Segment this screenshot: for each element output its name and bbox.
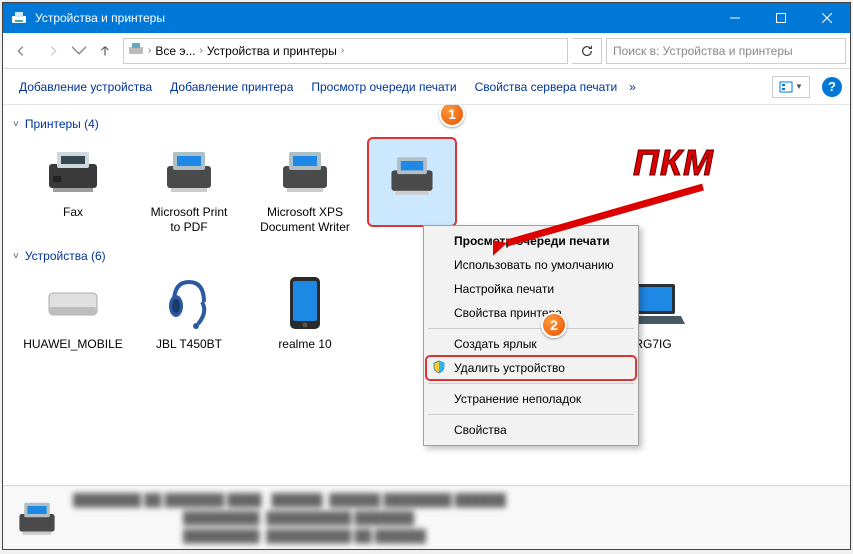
printer-item-xps[interactable]: Microsoft XPS Document Writer <box>251 133 359 245</box>
annotation-badge-2: 2 <box>541 312 567 338</box>
menu-item-settings[interactable]: Настройка печати <box>426 277 636 301</box>
breadcrumb-seg-devices[interactable]: Устройства и принтеры <box>207 44 337 58</box>
close-button[interactable] <box>804 3 850 33</box>
printer-label: Microsoft XPS Document Writer <box>260 205 350 235</box>
details-text: ████████ ██ ███████ ████ ██████ ██████ █… <box>73 491 506 545</box>
refresh-button[interactable] <box>572 38 602 64</box>
search-placeholder: Поиск в: Устройства и принтеры <box>613 44 793 58</box>
titlebar: Устройства и принтеры <box>3 3 850 33</box>
window-title: Устройства и принтеры <box>35 11 712 25</box>
nav-forward-button[interactable] <box>39 37 67 65</box>
printer-label: Microsoft Print to PDF <box>151 205 228 235</box>
group-devices-label: Устройства (6) <box>25 249 106 263</box>
headset-icon <box>157 273 221 333</box>
fax-icon <box>41 141 105 201</box>
menu-item-properties[interactable]: Свойства <box>426 418 636 442</box>
group-printers[interactable]: ˅ Принтеры (4) <box>13 117 850 131</box>
device-label: RG7IG <box>634 337 671 352</box>
command-bar: Добавление устройства Добавление принтер… <box>3 69 850 105</box>
address-bar: › Все э... › Устройства и принтеры › Пои… <box>3 33 850 69</box>
device-item-realme[interactable]: realme 10 <box>251 265 359 377</box>
annotation-pkm-label: ПКМ <box>633 142 714 184</box>
printer-label: Fax <box>63 205 83 220</box>
printer-item-selected[interactable] <box>367 137 457 227</box>
menu-item-remove-label: Удалить устройство <box>454 361 565 375</box>
items-view: ˅ Принтеры (4) Fax Microsoft Print to PD… <box>3 105 850 485</box>
breadcrumb-root-icon <box>128 41 144 60</box>
devices-printers-icon <box>11 10 27 26</box>
view-mode-picker[interactable]: ▼ <box>772 76 810 98</box>
shield-icon <box>432 360 446 377</box>
details-pane: ████████ ██ ███████ ████ ██████ ██████ █… <box>3 485 850 549</box>
storage-icon <box>41 273 105 333</box>
menu-item-shortcut[interactable]: Создать ярлык <box>426 332 636 356</box>
collapse-caret-icon: ˅ <box>13 119 19 130</box>
group-printers-label: Принтеры (4) <box>25 117 99 131</box>
device-item-jbl[interactable]: JBL T450BT <box>135 265 243 377</box>
phone-icon <box>273 273 337 333</box>
annotation-arrow <box>493 173 723 263</box>
add-printer-button[interactable]: Добавление принтера <box>162 74 301 100</box>
menu-item-troubleshoot[interactable]: Устранение неполадок <box>426 387 636 411</box>
maximize-button[interactable] <box>758 3 804 33</box>
nav-back-button[interactable] <box>7 37 35 65</box>
device-item-huawei[interactable]: HUAWEI_MOBILE <box>19 265 127 377</box>
menu-item-remove[interactable]: Удалить устройство <box>426 356 636 380</box>
collapse-caret-icon: ˅ <box>13 251 19 262</box>
add-device-button[interactable]: Добавление устройства <box>11 74 160 100</box>
view-queue-button[interactable]: Просмотр очереди печати <box>303 74 464 100</box>
breadcrumb-seg-all[interactable]: Все э... <box>155 44 195 58</box>
device-label: JBL T450BT <box>156 337 222 352</box>
minimize-button[interactable] <box>712 3 758 33</box>
printer-icon <box>13 498 61 538</box>
nav-up-button[interactable] <box>91 37 119 65</box>
breadcrumb[interactable]: › Все э... › Устройства и принтеры › <box>123 38 568 64</box>
explorer-window: Устройства и принтеры › Все э... › Устро… <box>2 2 851 550</box>
toolbar-overflow[interactable]: » <box>627 74 638 100</box>
menu-item-props[interactable]: Свойства принтера <box>426 301 636 325</box>
printer-item-pdf[interactable]: Microsoft Print to PDF <box>135 133 243 245</box>
nav-history-dropdown[interactable] <box>71 37 87 65</box>
help-button[interactable]: ? <box>822 77 842 97</box>
device-label: realme 10 <box>278 337 331 352</box>
printer-icon <box>380 145 444 205</box>
device-label: HUAWEI_MOBILE <box>23 337 123 352</box>
chevron-icon: › <box>199 45 202 56</box>
printer-item-fax[interactable]: Fax <box>19 133 127 245</box>
search-input[interactable]: Поиск в: Устройства и принтеры <box>606 38 846 64</box>
chevron-icon: › <box>341 45 344 56</box>
printer-icon <box>157 141 221 201</box>
server-props-button[interactable]: Свойства сервера печати <box>467 74 626 100</box>
chevron-icon: › <box>148 45 151 56</box>
printer-icon <box>273 141 337 201</box>
